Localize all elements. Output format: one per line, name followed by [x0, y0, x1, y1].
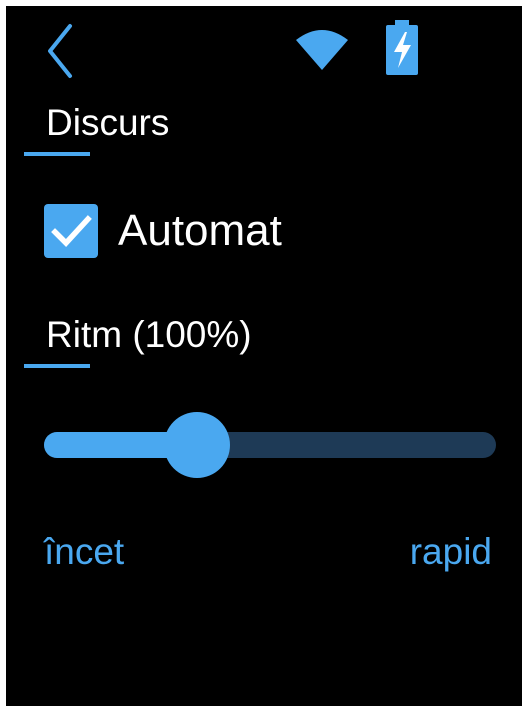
status-bar [6, 6, 522, 78]
fast-label: rapid [409, 531, 492, 572]
auto-checkbox-label: Automat [118, 206, 282, 255]
slow-label: încet [44, 531, 125, 572]
back-button[interactable] [40, 22, 84, 80]
rate-section-title: Ritm (100%) [46, 314, 252, 355]
wifi-icon [296, 30, 348, 70]
speech-section-title: Discurs [46, 102, 170, 143]
rate-section-underline [24, 364, 90, 368]
slider-thumb[interactable] [163, 412, 230, 478]
checkmark-icon [51, 215, 92, 247]
speech-section-underline [24, 152, 90, 156]
chevron-left-icon [48, 24, 72, 78]
screen: Discurs Automat Ritm (100%) încet rapid [6, 6, 522, 706]
auto-checkbox[interactable]: Automat [44, 198, 344, 262]
battery-charging-icon [386, 20, 418, 75]
rate-slider[interactable] [44, 410, 496, 478]
checkbox-checked-icon [44, 204, 98, 258]
